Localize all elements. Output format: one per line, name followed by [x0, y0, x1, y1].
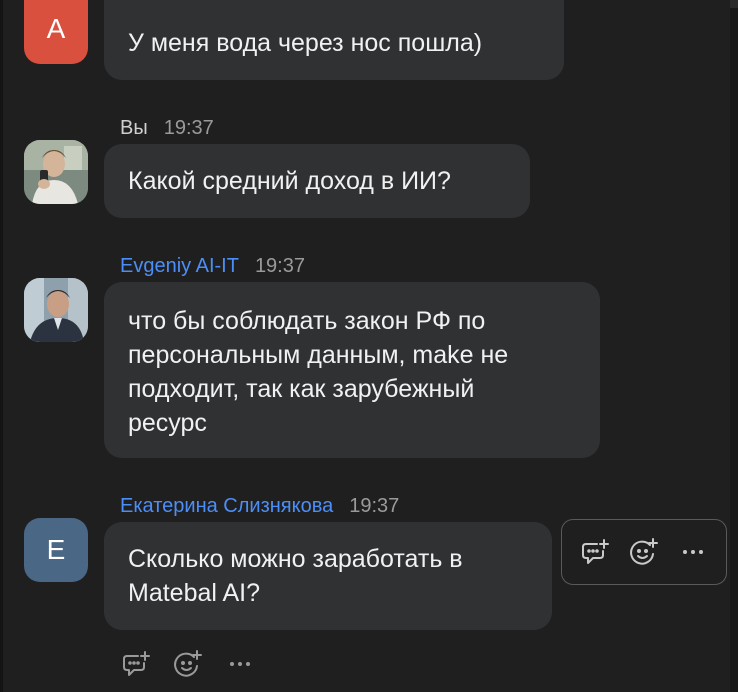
avatar-e[interactable]: Е — [24, 518, 88, 582]
message-actions-row — [116, 644, 260, 684]
emoji-plus-icon[interactable] — [168, 644, 208, 684]
sender-name[interactable]: Вы — [120, 117, 148, 139]
message-time: 19:37 — [349, 495, 400, 517]
message-meta: Вы 19:37 — [120, 116, 214, 140]
comment-plus-icon[interactable] — [575, 532, 615, 572]
message-time: 19:37 — [163, 117, 214, 139]
message-bubble[interactable]: Какой средний доход в ИИ? — [104, 144, 530, 218]
message-text: Какой средний доход в ИИ? — [128, 167, 451, 195]
scrollbar-thumb[interactable] — [730, 0, 738, 8]
message-text: У меня вода через нос пошла) — [128, 29, 483, 57]
avatar-letter: A — [46, 13, 66, 44]
evgeniy-photo — [24, 278, 88, 342]
avatar-photo-evgeniy[interactable] — [24, 278, 88, 342]
message-hover-toolbar — [561, 519, 727, 585]
window-left-edge — [0, 0, 3, 692]
avatar-photo-user[interactable] — [24, 140, 88, 204]
message-text: Сколько можно заработать в Matebal AI? — [128, 545, 463, 607]
more-horizontal-icon[interactable] — [220, 644, 260, 684]
message-text: что бы соблюдать закон РФ по персональны… — [128, 307, 509, 437]
user-photo — [24, 140, 88, 204]
more-horizontal-icon[interactable] — [673, 532, 713, 572]
message-time: 19:37 — [254, 255, 305, 277]
comment-plus-icon[interactable] — [116, 644, 156, 684]
message-meta: Екатерина Слизнякова 19:37 — [120, 494, 399, 518]
message-bubble[interactable]: Сколько можно заработать в Matebal AI? — [104, 522, 552, 630]
sender-name[interactable]: Екатерина Слизнякова — [120, 495, 333, 517]
message-bubble[interactable]: У меня вода через нос пошла) — [104, 0, 564, 80]
avatar-a[interactable]: A — [24, 0, 88, 64]
emoji-plus-icon[interactable] — [624, 532, 664, 572]
avatar-letter: Е — [46, 534, 66, 565]
scrollbar-track[interactable] — [730, 0, 738, 692]
message-bubble[interactable]: что бы соблюдать закон РФ по персональны… — [104, 282, 600, 458]
message-meta: Evgeniy AI-IT 19:37 — [120, 254, 305, 278]
sender-name[interactable]: Evgeniy AI-IT — [120, 255, 239, 277]
